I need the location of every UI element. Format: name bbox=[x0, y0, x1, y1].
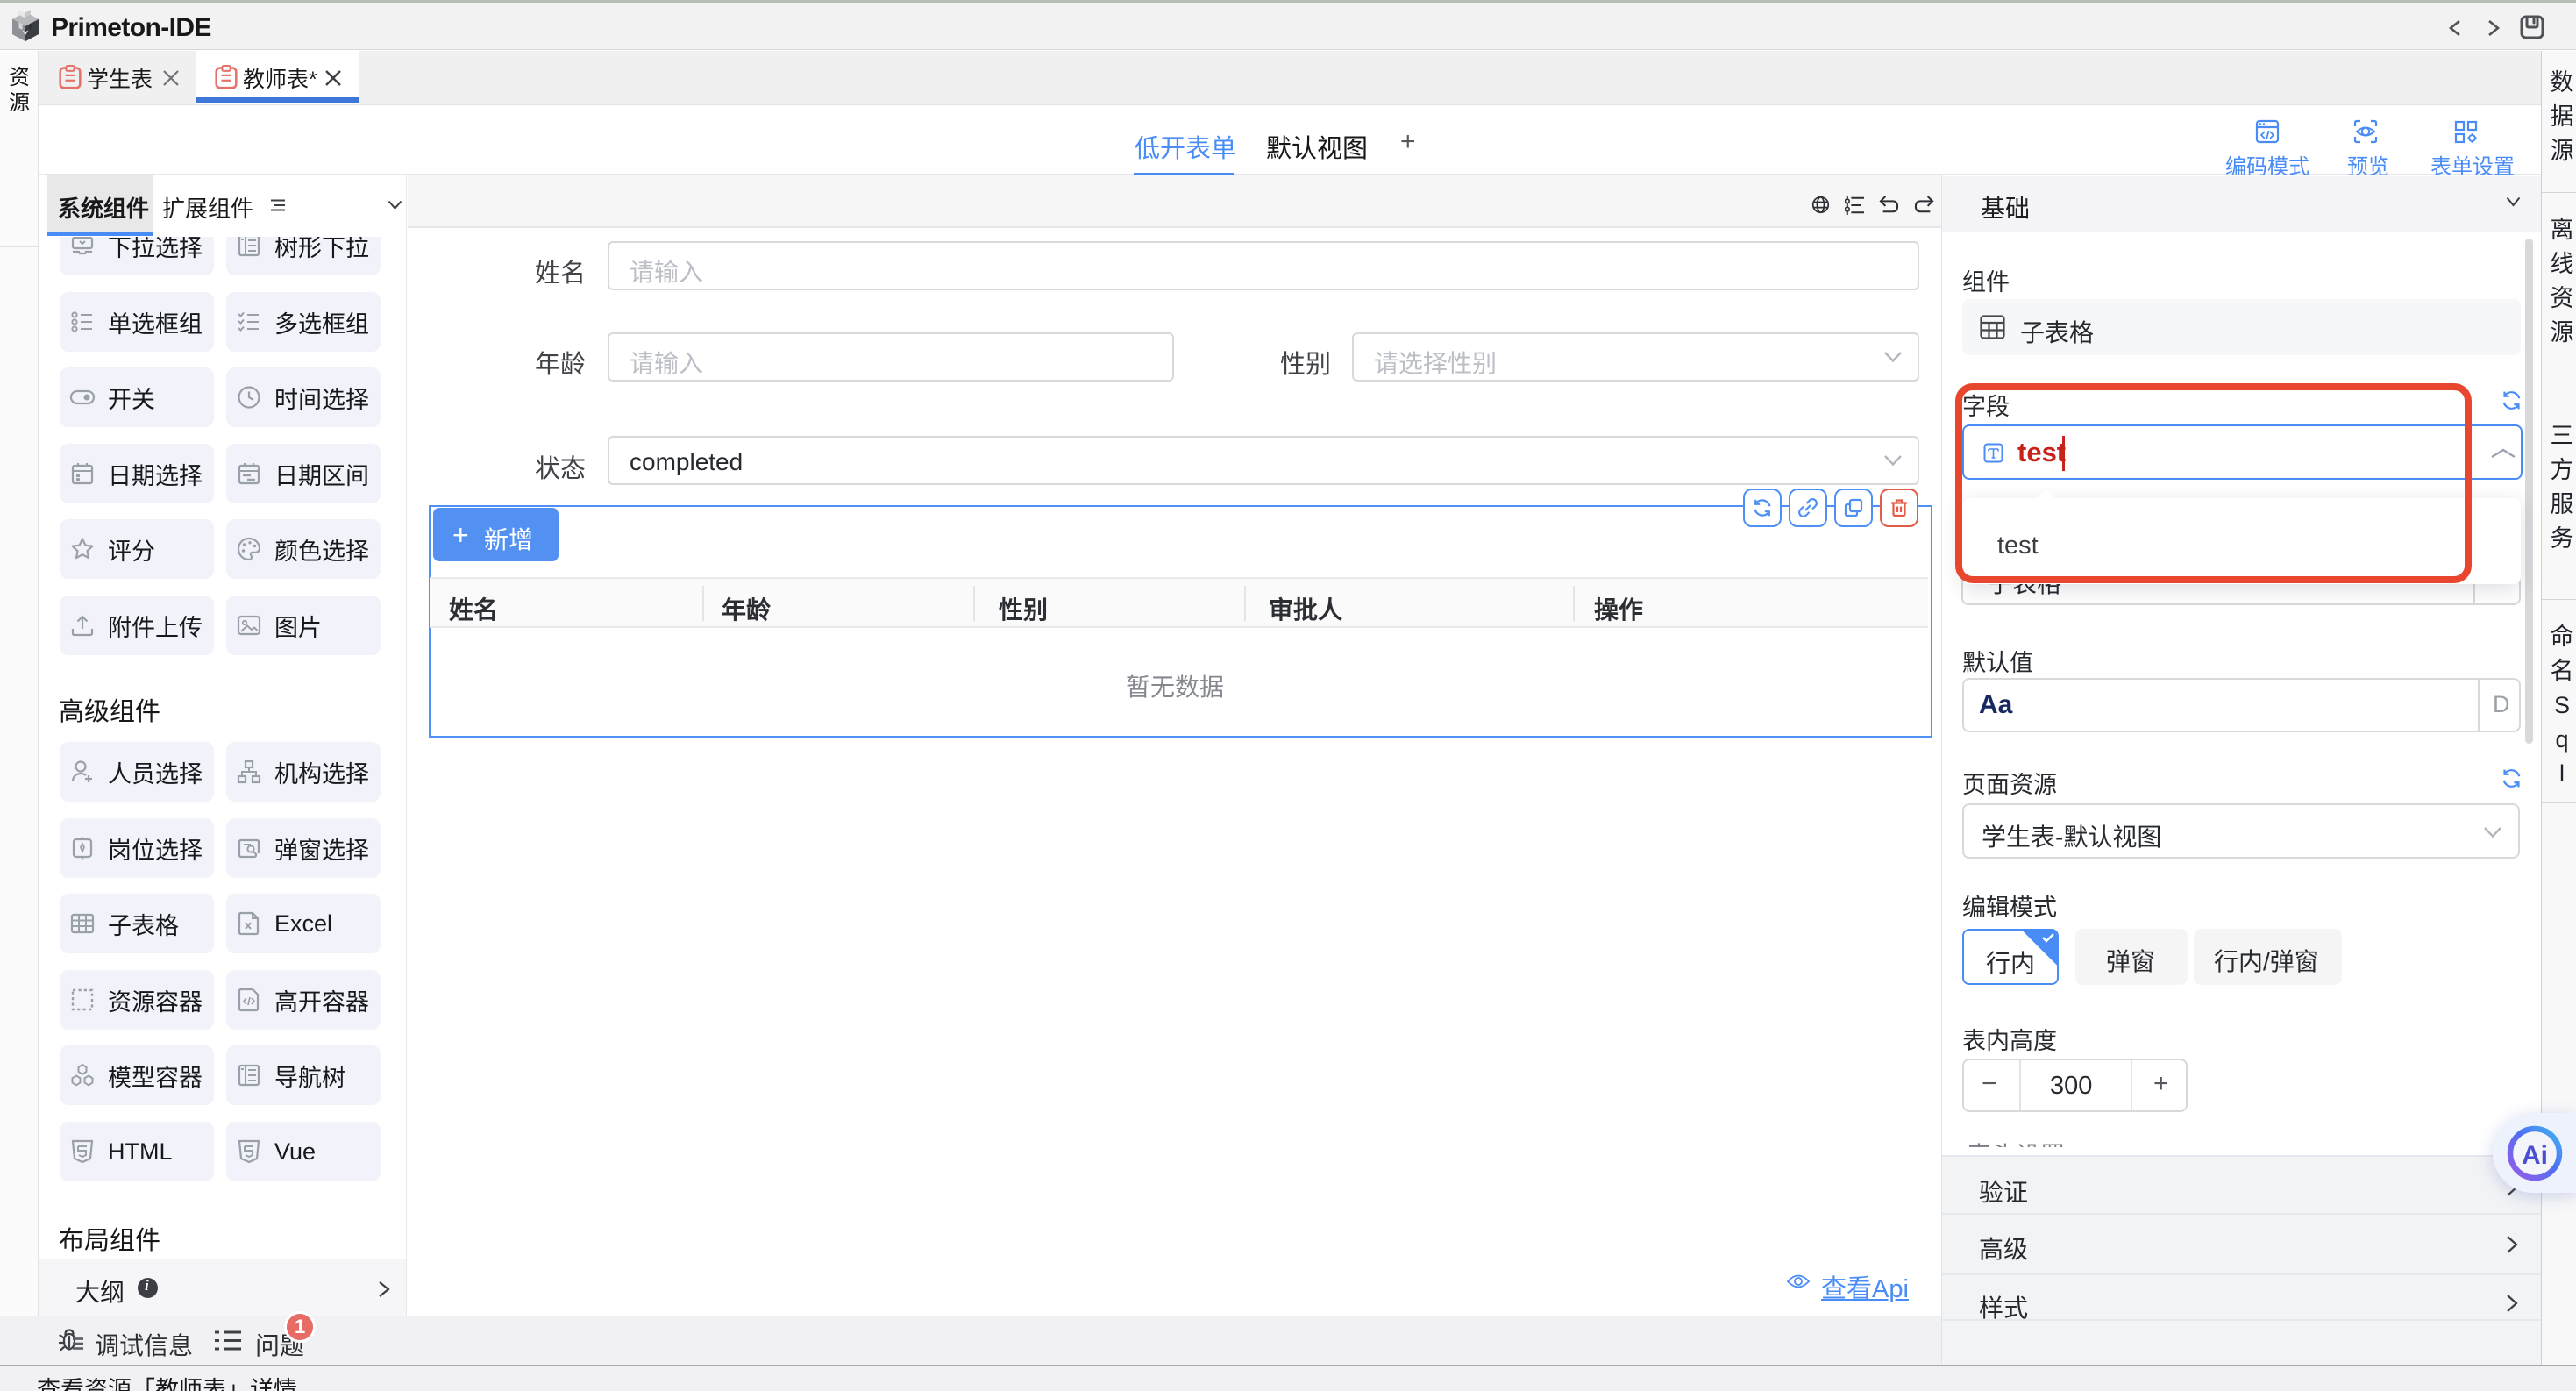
svg-text:Ai: Ai bbox=[2522, 1141, 2548, 1170]
